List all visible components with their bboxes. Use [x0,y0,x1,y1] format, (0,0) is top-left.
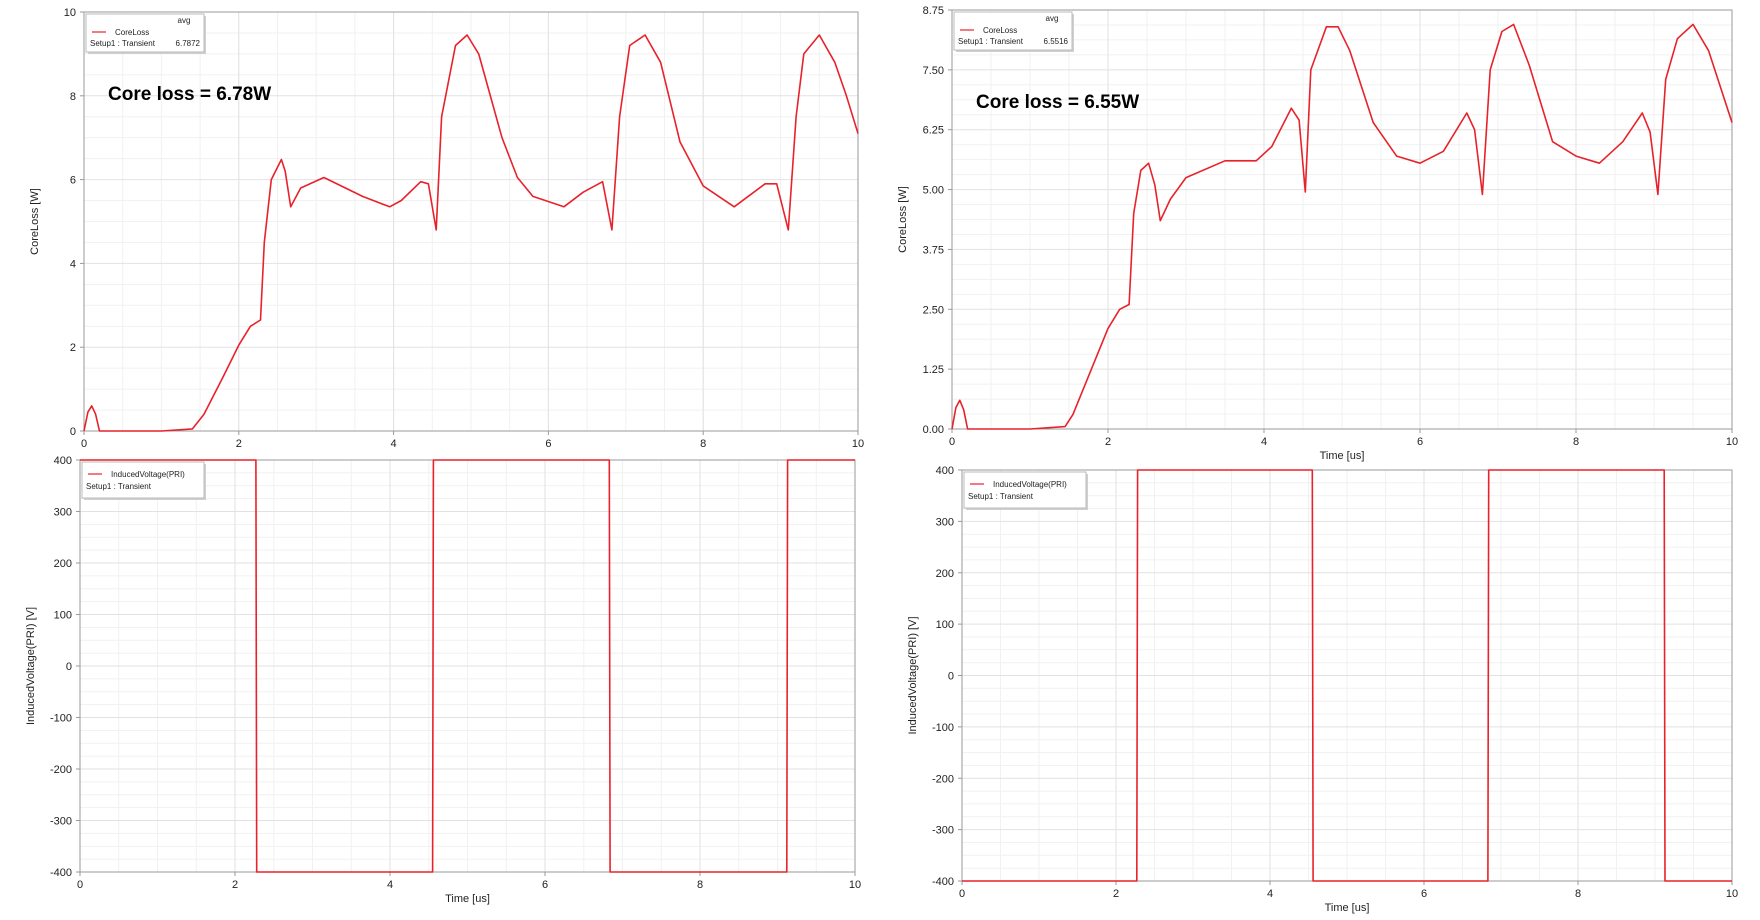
legend-setup: Setup1 : Transient [86,482,152,491]
y-tick-label: -300 [50,816,72,828]
x-tick-label: 2 [1105,436,1111,448]
x-axis-label: Time [us] [1320,450,1365,462]
y-tick-label: 100 [54,610,72,622]
y-tick-label: 4 [70,258,76,270]
x-tick-label: 8 [700,438,706,450]
y-tick-label: 1.25 [923,364,944,376]
x-tick-label: 4 [1261,436,1267,448]
grid [961,469,1733,882]
x-axis-label: Time [us] [1325,902,1370,914]
legend: avg CoreLoss Setup1 : Transient 6.5516 [953,11,1074,52]
legend: InducedVoltage(PRI) Setup1 : Transient [81,461,206,500]
chart-coreloss-left: 0 2 4 6 8 10 0 2 4 6 8 10 CoreLoss [W] avg CoreLoss Set… [29,7,864,450]
y-tick-label: 2.50 [923,304,944,316]
x-tick-label: 0 [949,436,955,448]
legend-box [81,461,205,499]
x-tick-label: 10 [1726,888,1738,900]
legend-series-name: CoreLoss [983,26,1017,35]
x-tick-label: 2 [1113,888,1119,900]
y-tick-label: 3.75 [923,244,944,256]
legend-header-avg: avg [178,16,191,25]
y-tick-label: -300 [932,825,954,837]
y-tick-label: 300 [54,507,72,519]
y-tick-label: 2 [70,342,76,354]
y-tick-label: 200 [54,558,72,570]
legend-header-avg: avg [1046,14,1059,23]
chart-induced-voltage-left: 0 2 4 6 8 10 -400 -300 -200 -100 0 100 200 300 400 Time… [25,455,861,905]
grid [83,11,859,432]
x-axis-label: Time [us] [445,893,490,905]
y-tick-label: 0.00 [923,424,944,436]
legend-setup: Setup1 : Transient [958,37,1024,46]
y-tick-label: 10 [64,7,76,19]
charts-canvas: 0 2 4 6 8 100246810CoreLoss [W]avgCoreLossSet… [0,0,1760,920]
y-tick-label: -100 [50,713,72,725]
y-tick-label: 8.75 [923,5,944,17]
y-tick-label: 6.25 [923,125,944,137]
y-axis-label: CoreLoss [W] [29,188,41,255]
x-tick-label: 6 [542,879,548,891]
x-tick-label: 4 [387,879,393,891]
x-tick-label: 2 [236,438,242,450]
y-tick-label: 400 [936,465,954,477]
y-axis-label: CoreLoss [W] [897,186,909,253]
chart-induced-voltage-right: 0 2 4 6 8 10 -400 -300 -200 -100 0 100 200 300 400 Time… [907,465,1738,914]
x-tick-label: 8 [697,879,703,891]
x-tick-label: 0 [959,888,965,900]
y-axis-label: InducedVoltage(PRI) [V] [907,616,919,734]
legend-box [963,471,1087,509]
y-tick-label: 0 [66,661,72,673]
legend-setup: Setup1 : Transient [90,39,156,48]
x-tick-label: 0 [77,879,83,891]
x-tick-label: 4 [391,438,397,450]
x-tick-label: 6 [545,438,551,450]
y-tick-label: 5.00 [923,185,944,197]
x-tick-label: 6 [1421,888,1427,900]
legend: InducedVoltage(PRI) Setup1 : Transient [963,471,1088,510]
y-tick-label: 100 [936,619,954,631]
y-tick-label: 200 [936,568,954,580]
y-tick-label: -200 [932,773,954,785]
y-tick-label: -100 [932,722,954,734]
x-tick-label: 4 [1267,888,1273,900]
y-tick-label: 0 [948,671,954,683]
x-tick-label: 6 [1417,436,1423,448]
y-tick-label: 8 [70,91,76,103]
legend-series-name: InducedVoltage(PRI) [993,480,1067,489]
y-tick-label: -400 [932,876,954,888]
x-tick-label: 0 [81,438,87,450]
y-tick-label: 0 [70,426,76,438]
x-tick-label: 2 [232,879,238,891]
y-tick-label: 300 [936,516,954,528]
y-tick-label: -400 [50,867,72,879]
y-tick-label: 400 [54,455,72,467]
y-tick-label: 6 [70,175,76,187]
grid [79,459,856,873]
chart-coreloss-right: 0 2 4 6 8 10 0.00 1.25 2.50 3.75 5.00 6.25 7.50 8.75 T… [897,5,1738,462]
legend-series-name: InducedVoltage(PRI) [111,470,185,479]
y-tick-label: -200 [50,764,72,776]
x-tick-label: 8 [1573,436,1579,448]
legend-series-name: CoreLoss [115,28,149,37]
y-axis-label: InducedVoltage(PRI) [V] [25,607,37,725]
core-loss-annotation: Core loss = 6.78W [108,84,271,105]
x-tick-label: 10 [1726,436,1738,448]
grid [951,9,1733,430]
x-tick-label: 10 [849,879,861,891]
legend-avg-value: 6.7872 [176,39,201,48]
x-tick-label: 10 [852,438,864,450]
core-loss-annotation: Core loss = 6.55W [976,92,1139,113]
y-tick-label: 7.50 [923,65,944,77]
x-tick-label: 8 [1575,888,1581,900]
legend-setup: Setup1 : Transient [968,492,1034,501]
legend: avg CoreLoss Setup1 : Transient 6.7872 [85,13,206,54]
legend-avg-value: 6.5516 [1044,37,1069,46]
